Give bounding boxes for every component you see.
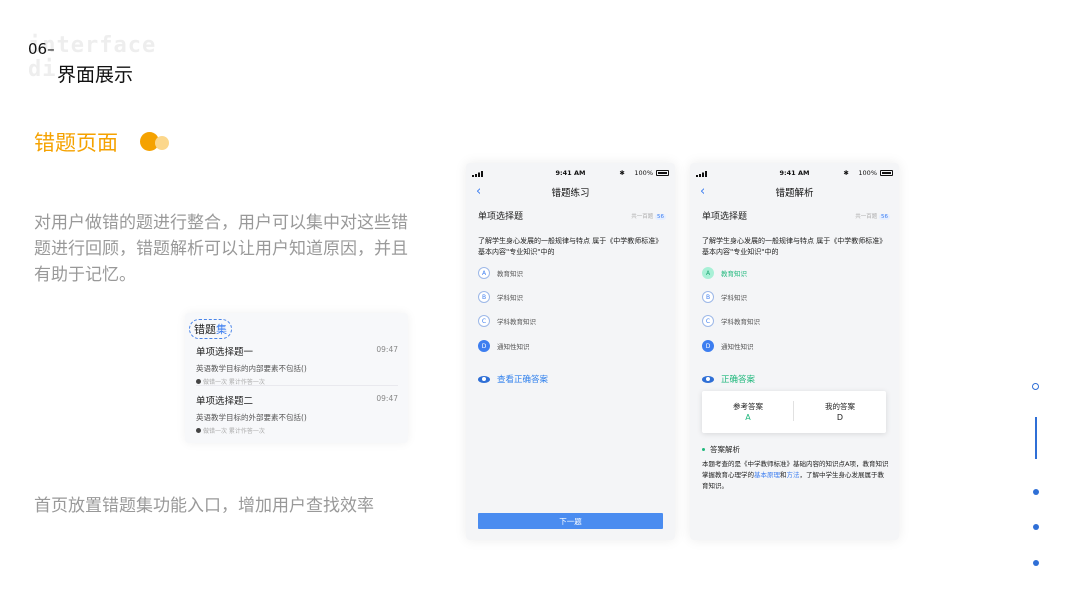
view-answer-link[interactable]: 查看正确答案	[478, 373, 548, 385]
option-label: 通知性知识	[497, 343, 530, 351]
my-answer: 我的答案 D	[825, 402, 855, 422]
nav-title: 错题练习	[551, 188, 590, 199]
option-letter: C	[478, 315, 490, 327]
ghost-watermark-line2: di	[28, 57, 57, 82]
section-title: 界面展示	[57, 64, 134, 86]
option-letter: D	[478, 340, 490, 352]
eye-icon	[702, 375, 714, 383]
bluetooth-icon: ✱	[619, 169, 625, 177]
option-label: 教育知识	[497, 270, 523, 278]
battery-icon	[880, 170, 893, 176]
reference-answer: 参考答案 A	[733, 402, 763, 422]
divider	[196, 385, 398, 386]
question-title: 单项选择题一	[196, 347, 254, 358]
option-d[interactable]: D 通知性知识	[478, 340, 530, 352]
battery-percent: 100%	[634, 169, 653, 177]
answer-comparison-box: 参考答案 A 我的答案 D	[702, 391, 886, 433]
status-bar: 9:41 AM ✱ 100%	[466, 169, 675, 179]
question-type: 单项选择题	[702, 212, 748, 222]
question-time: 09:47	[376, 394, 398, 403]
info-icon	[196, 379, 201, 384]
option-label: 教育知识	[721, 270, 747, 278]
page-indicator-dot[interactable]	[1033, 489, 1039, 495]
option-b[interactable]: B 学科知识	[702, 291, 747, 303]
question-title: 单项选择题二	[196, 396, 254, 407]
option-label: 学科知识	[497, 294, 523, 302]
question-text: 了解学生身心发展的一般规律与特点 属于《中学教师标准》基本内容"专业知识"中的	[478, 237, 663, 256]
page-description-secondary: 首页放置错题集功能入口，增加用户查找效率	[34, 496, 374, 516]
question-counter: 共一百题 56	[855, 214, 890, 220]
bluetooth-icon: ✱	[843, 169, 849, 177]
section-number: 06–	[28, 40, 55, 58]
option-a[interactable]: A 教育知识	[478, 267, 523, 279]
question-text: 英语教学目标的内部要素不包括()	[196, 364, 307, 373]
eye-icon	[478, 375, 490, 383]
option-label: 通知性知识	[721, 343, 754, 351]
question-text: 英语教学目标的外部要素不包括()	[196, 413, 307, 422]
question-type: 单项选择题	[478, 212, 524, 222]
page-description: 对用户做错的题进行整合，用户可以集中对这些错题进行回顾，错题解析可以让用户知道原…	[34, 213, 408, 285]
page-indicator-dot[interactable]	[1033, 560, 1039, 566]
option-b[interactable]: B 学科知识	[478, 291, 523, 303]
info-icon	[196, 428, 201, 433]
list-item[interactable]: 单项选择题一 09:47 英语教学目标的内部要素不包括() 做错一次 累计作答一…	[196, 344, 398, 386]
option-letter: A	[702, 267, 714, 279]
option-label: 学科教育知识	[497, 318, 536, 326]
question-text: 了解学生身心发展的一般规律与特点 属于《中学教师标准》基本内容"专业知识"中的	[702, 237, 887, 256]
page-indicator-bar	[1035, 417, 1037, 459]
decorative-dot-light	[155, 136, 169, 150]
list-item[interactable]: 单项选择题二 09:47 英语教学目标的外部要素不包括() 做错一次 累计作答一…	[196, 393, 398, 435]
analysis-text: 本题考查的是《中学教师标准》基础内容的知识点A项，教育知识掌握教育心理学的基本原…	[702, 460, 889, 490]
option-letter: A	[478, 267, 490, 279]
page-indicator-ring[interactable]	[1032, 383, 1039, 390]
option-label: 学科知识	[721, 294, 747, 302]
question-counter: 共一百题 56	[631, 214, 666, 220]
status-bar: 9:41 AM ✱ 100%	[690, 169, 899, 179]
next-question-button[interactable]: 下一题	[478, 513, 663, 529]
correct-answer-label: 正确答案	[702, 373, 755, 385]
option-letter: B	[702, 291, 714, 303]
wrong-question-set-card[interactable]: 错题集 单项选择题一 09:47 英语教学目标的内部要素不包括() 做错一次 累…	[185, 313, 408, 443]
analysis-title: 答案解析	[702, 444, 740, 455]
link-basic-principle[interactable]: 基本原理	[754, 471, 780, 479]
phone-wrong-analysis: 9:41 AM ✱ 100% ‹ 错题解析 单项选择题 共一百题 56 了解学生…	[690, 163, 899, 540]
question-meta: 做错一次 累计作答一次	[196, 426, 398, 435]
card-title: 错题集	[189, 319, 232, 339]
option-letter: D	[702, 340, 714, 352]
option-a[interactable]: A 教育知识	[702, 267, 747, 279]
option-letter: B	[478, 291, 490, 303]
bullet-icon	[702, 448, 705, 451]
phone-wrong-practice: 9:41 AM ✱ 100% ‹ 错题练习 单项选择题 共一百题 56 了解学生…	[466, 163, 675, 540]
option-label: 学科教育知识	[721, 318, 760, 326]
page-heading: 错题页面	[34, 131, 118, 155]
link-method[interactable]: 方法	[787, 471, 800, 479]
option-letter: C	[702, 315, 714, 327]
option-c[interactable]: C 学科教育知识	[702, 315, 760, 327]
nav-title: 错题解析	[775, 188, 814, 199]
battery-percent: 100%	[858, 169, 877, 177]
option-c[interactable]: C 学科教育知识	[478, 315, 536, 327]
page-indicator-dot[interactable]	[1033, 524, 1039, 530]
question-time: 09:47	[376, 345, 398, 354]
option-d[interactable]: D 通知性知识	[702, 340, 754, 352]
battery-icon	[656, 170, 669, 176]
